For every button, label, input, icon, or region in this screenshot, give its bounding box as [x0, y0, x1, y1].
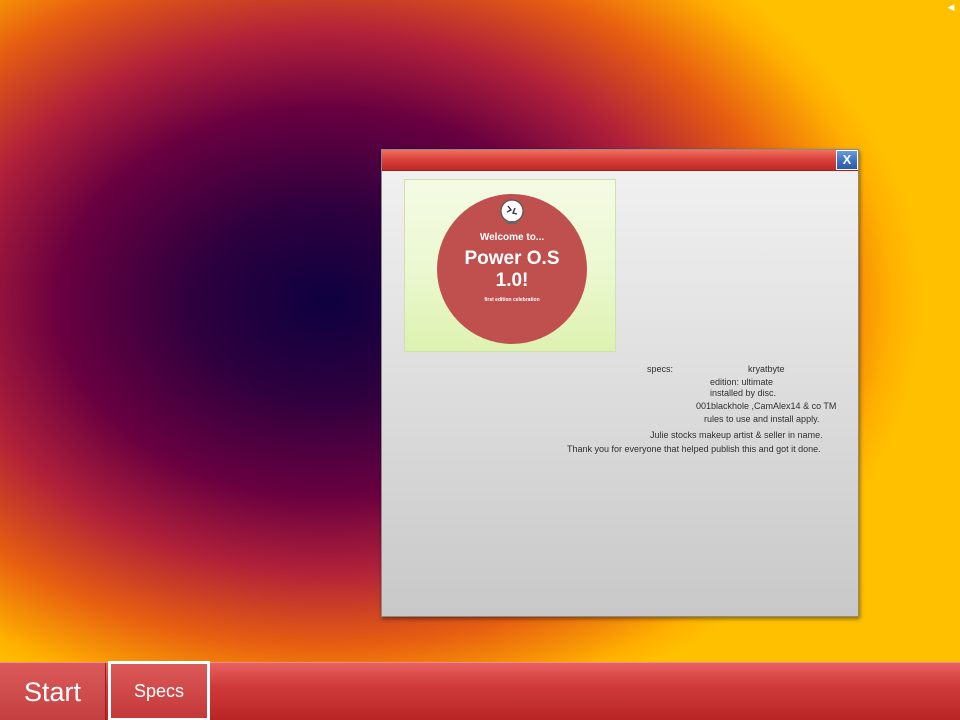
window-titlebar[interactable]: X	[382, 150, 858, 171]
logo-subtitle: first edition celebration	[484, 297, 540, 303]
specs-brand: kryatbyte	[748, 364, 785, 374]
specs-install: installed by disc.	[710, 388, 777, 398]
taskbar: Start Specs	[0, 661, 960, 720]
welcome-image: Welcome to... Power O.S 1.0! first editi…	[404, 179, 616, 352]
power-os-logo: Welcome to... Power O.S 1.0! first editi…	[437, 194, 587, 344]
specs-edition: edition: ultimate	[710, 377, 774, 387]
specs-credits: 001blackhole ,CamAlex14 & co TM	[696, 401, 837, 411]
specs-rules: rules to use and install apply.	[704, 414, 820, 424]
specs-taskbar-button[interactable]: Specs	[108, 661, 210, 720]
specs-label: specs:	[647, 364, 674, 374]
logo-title: Power O.S 1.0!	[464, 248, 560, 291]
specs-thanks: Thank you for everyone that helped publi…	[567, 444, 821, 454]
close-button[interactable]: X	[836, 150, 858, 170]
specs-window: X Welcome to... Power O.S 1.0! first edi…	[381, 149, 859, 617]
clock-icon	[500, 199, 524, 224]
specs-makeup: Julie stocks makeup artist & seller in n…	[650, 430, 823, 440]
start-button[interactable]: Start	[0, 663, 106, 720]
logo-welcome-text: Welcome to...	[479, 232, 545, 243]
speaker-icon[interactable]: ◀	[946, 2, 956, 12]
desktop: ◀ X Welcome to... Power O.S 1.0! first e…	[0, 0, 960, 720]
specs-text: specs: kryatbyte	[552, 364, 852, 376]
